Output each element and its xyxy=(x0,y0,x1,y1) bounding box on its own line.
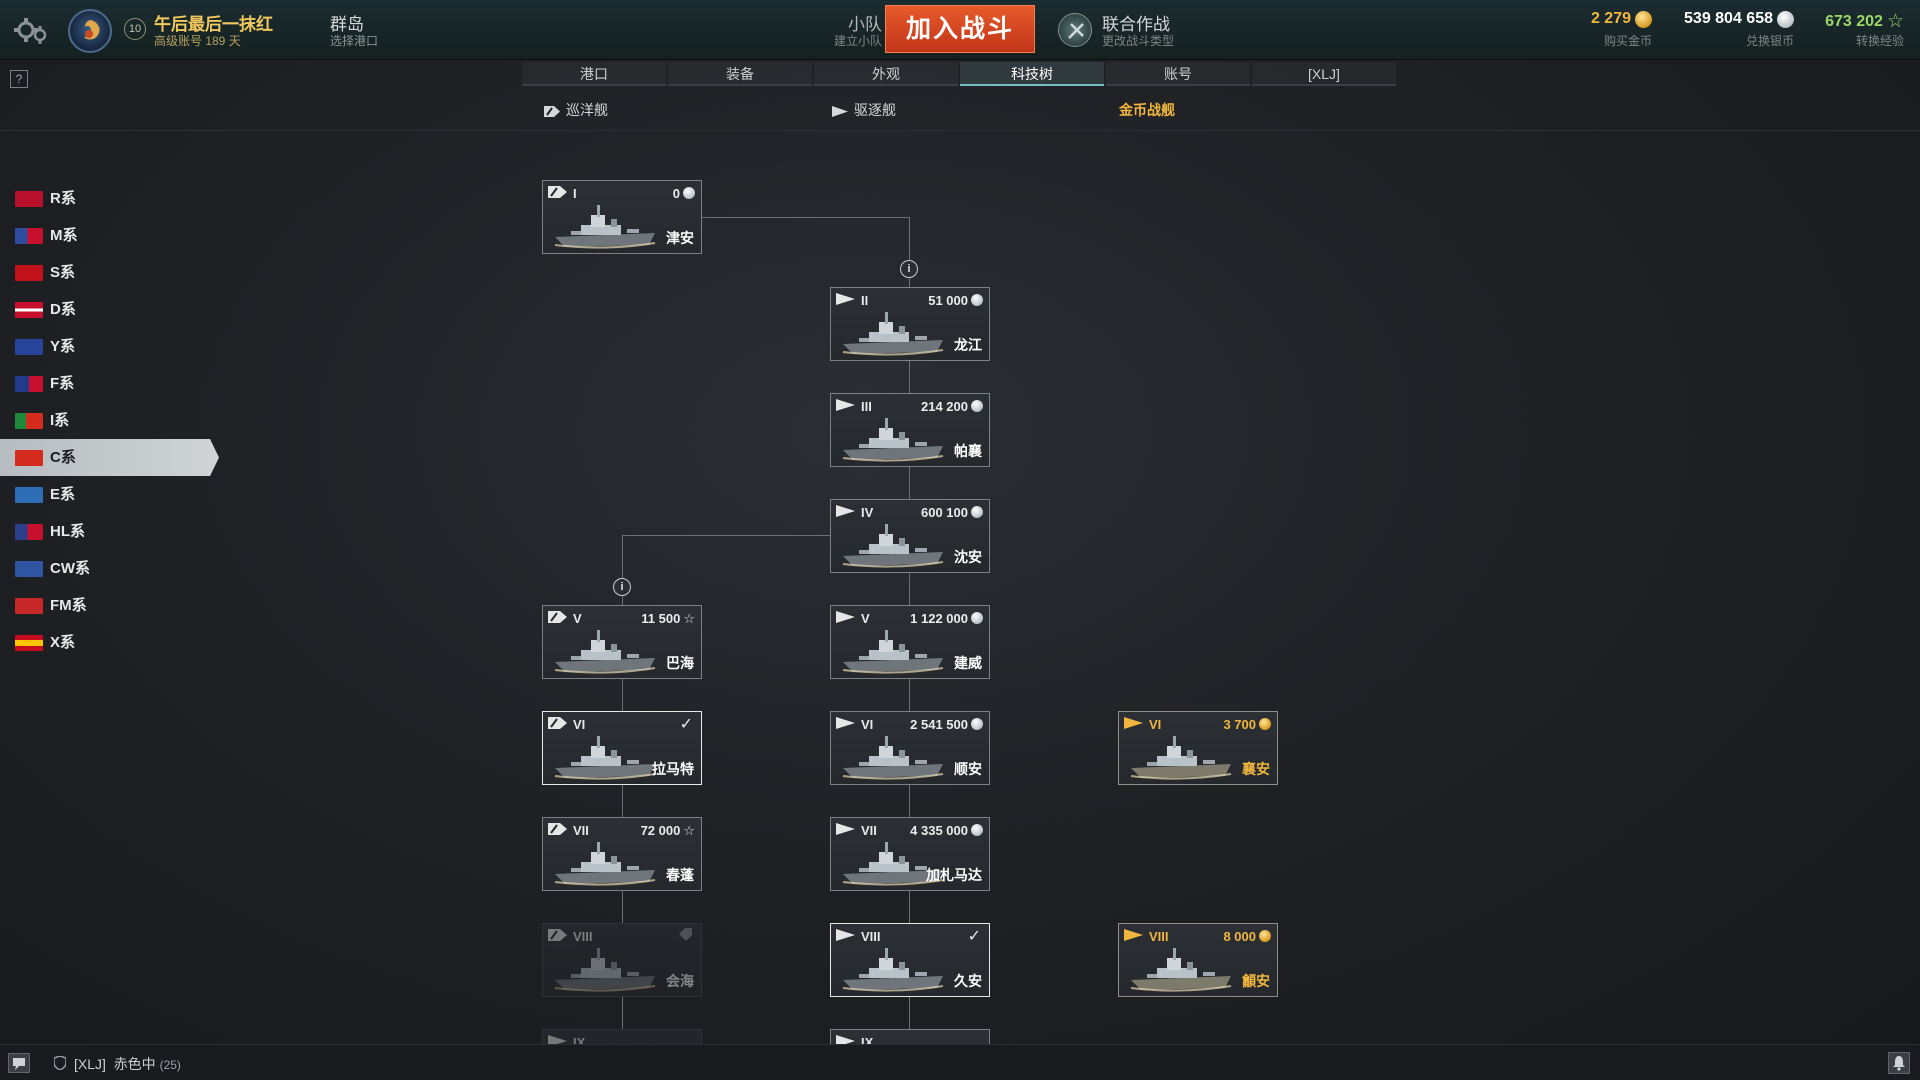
ship-name: 加札马达 xyxy=(926,867,982,883)
ship-silhouette-icon xyxy=(842,736,944,780)
tree-connector xyxy=(622,997,623,1029)
tree-connector xyxy=(909,679,910,711)
ship-silhouette-icon xyxy=(842,630,944,674)
ship-name: 沈安 xyxy=(954,549,982,565)
tech-tree: i i I0 津安 II 51 000 龙江 III 214 200 帕襄 IV… xyxy=(0,0,1920,1080)
silver-coin-icon xyxy=(971,718,983,730)
ship-card-guian[interactable]: VIII 8 000 龥安 xyxy=(1118,923,1278,997)
gold-coin-icon xyxy=(1259,718,1271,730)
ship-card-tsuan[interactable]: I0 津安 xyxy=(542,180,702,254)
silver-coin-icon xyxy=(971,824,983,836)
destroyer-class-icon xyxy=(836,399,855,411)
tree-connector xyxy=(909,573,910,605)
destroyer-class-icon xyxy=(836,505,855,517)
clan-shield-icon xyxy=(54,1056,66,1070)
ship-name: 巴海 xyxy=(666,655,694,671)
destroyer-class-icon xyxy=(836,293,855,305)
research-tag-icon xyxy=(679,928,692,941)
cruiser-class-icon xyxy=(548,823,567,835)
ship-name: 拉马特 xyxy=(652,761,694,777)
destroyer-class-icon xyxy=(836,611,855,623)
destroyer-class-icon xyxy=(1124,929,1143,941)
ship-name: 春蓬 xyxy=(666,867,694,883)
bottom-bar: [XLJ] 赤色中 (25) xyxy=(0,1044,1920,1080)
ship-card-jiuan[interactable]: VIII ✓ 久安 xyxy=(830,923,990,997)
ship-silhouette-icon xyxy=(554,842,656,886)
ship-silhouette-icon xyxy=(1130,736,1232,780)
silver-coin-icon xyxy=(683,187,695,199)
ship-card-huihai[interactable]: VIII 会海 xyxy=(542,923,702,997)
ship-cost: 0 xyxy=(673,186,695,201)
ship-card-phra[interactable]: III 214 200 帕襄 xyxy=(830,393,990,467)
tree-connector xyxy=(909,891,910,923)
tree-connector xyxy=(702,217,909,218)
ship-name: 龥安 xyxy=(1242,973,1270,989)
tree-connector xyxy=(909,785,910,817)
tree-connector xyxy=(622,679,623,711)
ship-name: 建威 xyxy=(954,655,982,671)
ship-card-xiangan[interactable]: VI 3 700 襄安 xyxy=(1118,711,1278,785)
ship-name: 帕襄 xyxy=(954,443,982,459)
ship-card-jianwei[interactable]: V1 122 000 建威 xyxy=(830,605,990,679)
silver-coin-icon xyxy=(971,294,983,306)
ship-card-gallimada[interactable]: VII 4 335 000 加札马达 xyxy=(830,817,990,891)
branch-info-icon[interactable]: i xyxy=(613,578,631,596)
clan-info[interactable]: [XLJ] 赤色中 (25) xyxy=(74,1054,181,1074)
notification-bell-icon[interactable] xyxy=(1888,1052,1910,1074)
ship-silhouette-icon xyxy=(554,630,656,674)
ship-silhouette-icon xyxy=(842,948,944,992)
ship-silhouette-icon xyxy=(554,948,656,992)
cruiser-class-icon xyxy=(548,186,567,198)
ship-silhouette-icon xyxy=(842,312,944,356)
ship-name: 龙江 xyxy=(954,337,982,353)
tree-connector xyxy=(909,361,910,393)
silver-coin-icon xyxy=(971,506,983,518)
gold-coin-icon xyxy=(1259,930,1271,942)
ship-card-bahai[interactable]: V 11 500 ☆ 巴海 xyxy=(542,605,702,679)
xp-star-icon: ☆ xyxy=(683,823,695,838)
tree-connector xyxy=(909,997,910,1029)
cruiser-class-icon xyxy=(548,929,567,941)
destroyer-class-icon xyxy=(836,823,855,835)
cruiser-class-icon xyxy=(548,717,567,729)
silver-coin-icon xyxy=(971,612,983,624)
ship-silhouette-icon xyxy=(554,205,656,249)
ship-silhouette-icon xyxy=(842,418,944,462)
branch-info-icon[interactable]: i xyxy=(900,260,918,278)
ship-name: 顺安 xyxy=(954,761,982,777)
ship-name: 津安 xyxy=(666,230,694,246)
xp-star-icon: ☆ xyxy=(683,611,695,626)
ship-name: 久安 xyxy=(954,973,982,989)
destroyer-class-icon xyxy=(836,717,855,729)
owned-check-icon: ✓ xyxy=(967,928,981,945)
ship-card-longjiang[interactable]: II 51 000 龙江 xyxy=(830,287,990,361)
cruiser-class-icon xyxy=(548,611,567,623)
ship-card-shenyang[interactable]: IV 600 100 沈安 xyxy=(830,499,990,573)
ship-silhouette-icon xyxy=(554,736,656,780)
ship-name: 会海 xyxy=(666,973,694,989)
tree-connector xyxy=(622,785,623,817)
ship-silhouette-icon xyxy=(842,524,944,568)
chat-icon[interactable] xyxy=(8,1053,30,1073)
ship-card-shunan[interactable]: VI 2 541 500 顺安 xyxy=(830,711,990,785)
ship-card-chunlian[interactable]: VII 72 000 ☆ 春蓬 xyxy=(542,817,702,891)
owned-check-icon: ✓ xyxy=(679,716,693,733)
silver-coin-icon xyxy=(971,400,983,412)
destroyer-class-icon xyxy=(836,929,855,941)
ship-silhouette-icon xyxy=(1130,948,1232,992)
ship-card-lamate[interactable]: VI ✓ 拉马特 xyxy=(542,711,702,785)
tree-connector xyxy=(622,891,623,923)
ship-name: 襄安 xyxy=(1242,761,1270,777)
destroyer-class-icon xyxy=(1124,717,1143,729)
tree-connector xyxy=(622,535,831,536)
tree-connector xyxy=(909,467,910,499)
